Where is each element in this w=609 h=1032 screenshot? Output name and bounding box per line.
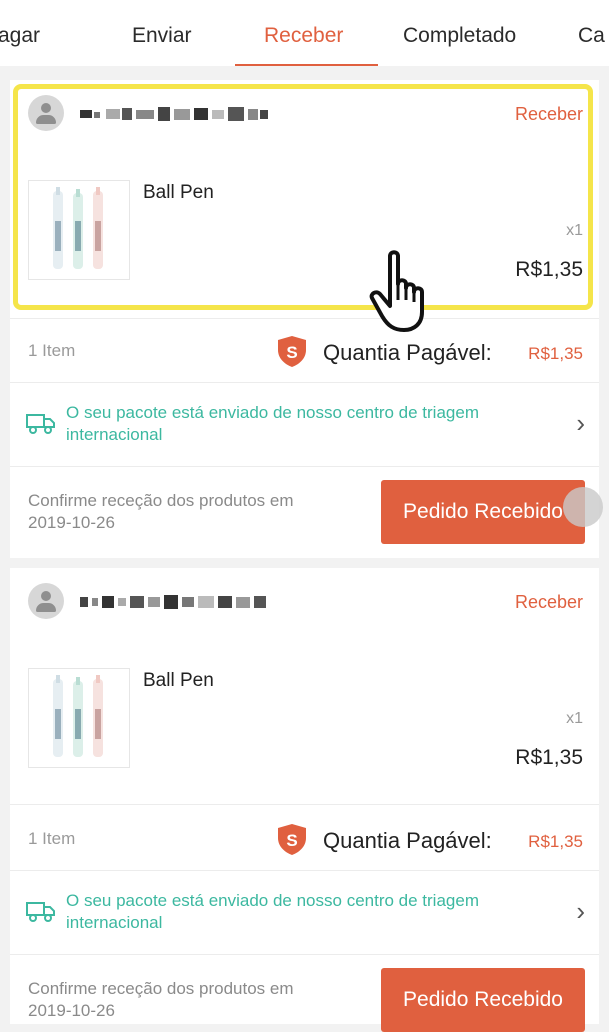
svg-text:S: S	[286, 831, 297, 850]
tab-completado[interactable]: Completado	[403, 24, 516, 48]
confirm-line: Confirme receção dos produtos em	[28, 491, 294, 510]
product-name[interactable]: Ball Pen	[143, 670, 214, 692]
chevron-right-icon[interactable]: ›	[576, 408, 585, 439]
assistive-touch-button[interactable]	[563, 487, 603, 527]
product-quantity: x1	[566, 710, 583, 727]
delivery-truck-icon	[26, 902, 55, 922]
redacted-shop-name	[80, 595, 266, 609]
divider	[10, 804, 599, 805]
tracking-line: internacional	[66, 913, 163, 932]
tab-pagar[interactable]: agar	[0, 24, 40, 48]
divider	[10, 870, 599, 871]
tracking-line: internacional	[66, 425, 163, 444]
divider	[10, 382, 599, 383]
order-status: Receber	[514, 592, 583, 612]
tab-enviar[interactable]: Enviar	[132, 24, 192, 48]
chevron-right-icon[interactable]: ›	[576, 896, 585, 927]
tab-receber[interactable]: Receber	[264, 24, 343, 48]
order-card: Receber Ball Pen x1 R$1,35 1 Item S Quan…	[10, 568, 599, 1032]
payable-value: R$1,35	[528, 832, 583, 851]
payable-label: Quantia Pagável:	[323, 828, 492, 853]
user-avatar-icon	[28, 583, 64, 619]
confirm-line: Confirme receção dos produtos em	[28, 979, 294, 998]
payable-value: R$1,35	[528, 344, 583, 363]
tutorial-highlight-frame	[13, 84, 593, 310]
confirm-deadline: 2019-10-26	[28, 1001, 115, 1020]
tracking-status[interactable]: O seu pacote está enviado de nosso centr…	[66, 890, 566, 934]
item-count: 1 Item	[28, 341, 76, 360]
tracking-status[interactable]: O seu pacote está enviado de nosso centr…	[66, 402, 566, 446]
divider	[10, 954, 599, 955]
status-tabs: agar Enviar Receber Completado Ca	[0, 0, 609, 66]
svg-text:S: S	[286, 343, 297, 362]
payable-label: Quantia Pagável:	[323, 340, 492, 365]
tab-cancelado[interactable]: Ca	[578, 24, 605, 48]
order-received-button[interactable]: Pedido Recebido	[381, 480, 585, 544]
item-count: 1 Item	[28, 829, 76, 848]
confirm-receipt-text: Confirme receção dos produtos em 2019-10…	[28, 490, 368, 534]
divider	[10, 466, 599, 467]
shopee-guarantee-shield-icon: S	[278, 824, 306, 855]
confirm-deadline: 2019-10-26	[28, 513, 115, 532]
tracking-line: O seu pacote está enviado de nosso centr…	[66, 891, 479, 910]
shopee-guarantee-shield-icon: S	[278, 336, 306, 367]
confirm-receipt-text: Confirme receção dos produtos em 2019-10…	[28, 978, 368, 1022]
active-tab-indicator	[235, 64, 378, 66]
hand-pointer-cursor-icon	[369, 250, 424, 332]
tracking-line: O seu pacote está enviado de nosso centr…	[66, 403, 479, 422]
divider	[10, 318, 599, 319]
product-image[interactable]	[28, 668, 130, 768]
product-price: R$1,35	[515, 746, 583, 769]
delivery-truck-icon	[26, 414, 55, 434]
order-received-button[interactable]: Pedido Recebido	[381, 968, 585, 1032]
